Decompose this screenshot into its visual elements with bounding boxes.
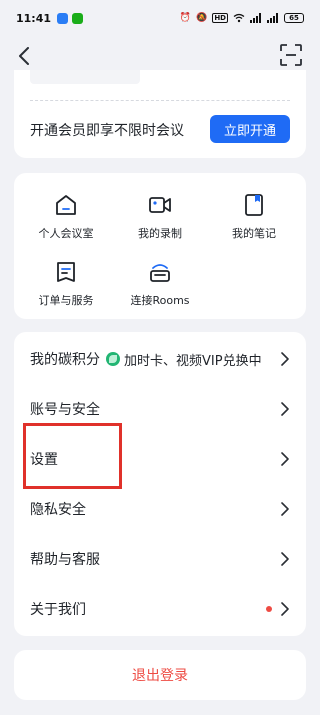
logout-button[interactable]: 退出登录 bbox=[132, 665, 188, 685]
note-icon bbox=[245, 194, 263, 216]
carbon-promo-text: 加时卡、视频VIP兑换中 bbox=[124, 353, 262, 369]
leaf-icon bbox=[106, 352, 120, 366]
chevron-right-icon bbox=[281, 402, 289, 416]
grid-item-notes[interactable]: 我的笔记 bbox=[214, 193, 294, 241]
grid-item-personal-room[interactable]: 个人会议室 bbox=[26, 193, 106, 241]
grid-item-label: 我的笔记 bbox=[232, 227, 276, 240]
grid-item-label: 我的录制 bbox=[138, 227, 182, 240]
signal-icon-2 bbox=[267, 13, 278, 23]
signal-icon bbox=[250, 13, 261, 23]
alipay-icon bbox=[57, 12, 69, 24]
grid-item-label: 连接Rooms bbox=[130, 294, 190, 307]
status-bar: 11:41 ⏰ 🔕 HD 65 bbox=[0, 0, 320, 36]
battery-indicator: 65 bbox=[284, 13, 304, 23]
menu-item-account-security[interactable]: 账号与安全 bbox=[14, 384, 306, 434]
logout-card: 退出登录 bbox=[14, 650, 306, 700]
scan-icon bbox=[280, 44, 302, 66]
mute-icon: 🔕 bbox=[196, 13, 208, 23]
menu-item-carbon-points[interactable]: 我的碳积分 加时卡、视频VIP兑换中 bbox=[14, 334, 306, 384]
menu-item-settings[interactable]: 设置 bbox=[14, 434, 306, 484]
house-icon bbox=[56, 195, 76, 215]
menu-item-help[interactable]: 帮助与客服 bbox=[14, 534, 306, 584]
carbon-promo: 加时卡、视频VIP兑换中 bbox=[106, 350, 262, 369]
menu-item-label: 设置 bbox=[30, 452, 58, 468]
cast-icon bbox=[150, 264, 170, 282]
grid-item-label: 订单与服务 bbox=[38, 294, 94, 307]
grid-item-rooms[interactable]: 连接Rooms bbox=[120, 260, 200, 308]
notification-dot bbox=[266, 606, 272, 612]
dashed-divider bbox=[30, 100, 290, 101]
grid-item-label: 个人会议室 bbox=[38, 227, 94, 240]
back-button[interactable] bbox=[12, 42, 36, 70]
chevron-right-icon bbox=[281, 502, 289, 516]
status-indicators: ⏰ 🔕 HD 65 bbox=[180, 13, 304, 23]
member-card: 开通会员即享不限时会议 立即开通 bbox=[14, 70, 306, 158]
network-label: HD bbox=[212, 13, 228, 23]
wechat-icon bbox=[72, 12, 84, 24]
feature-grid-card: 个人会议室 我的录制 我的笔记 订单与服务 连接Rooms bbox=[14, 173, 306, 319]
chevron-right-icon bbox=[281, 602, 289, 616]
menu-item-label: 我的碳积分 bbox=[30, 352, 100, 368]
chevron-right-icon bbox=[281, 552, 289, 566]
menu-item-privacy[interactable]: 隐私安全 bbox=[14, 484, 306, 534]
wifi-icon bbox=[233, 13, 245, 23]
alarm-icon: ⏰ bbox=[179, 13, 192, 23]
menu-item-label: 帮助与客服 bbox=[30, 552, 100, 568]
status-time: 11:41 bbox=[16, 11, 52, 25]
member-promo-text: 开通会员即享不限时会议 bbox=[30, 123, 184, 139]
chevron-right-icon bbox=[281, 352, 289, 366]
order-icon bbox=[57, 262, 75, 282]
menu-item-label: 隐私安全 bbox=[30, 502, 86, 518]
chevron-right-icon bbox=[281, 452, 289, 466]
menu-item-label: 关于我们 bbox=[30, 602, 86, 618]
member-card-strip bbox=[30, 70, 140, 84]
menu-item-about[interactable]: 关于我们 bbox=[14, 584, 306, 634]
settings-menu-card: 我的碳积分 加时卡、视频VIP兑换中 账号与安全 设置 隐私安全 帮助与客服 关… bbox=[14, 332, 306, 636]
grid-item-recordings[interactable]: 我的录制 bbox=[120, 193, 200, 241]
open-membership-button[interactable]: 立即开通 bbox=[210, 115, 290, 143]
chevron-left-icon bbox=[19, 47, 29, 65]
grid-item-orders[interactable]: 订单与服务 bbox=[26, 260, 106, 308]
menu-item-label: 账号与安全 bbox=[30, 402, 100, 418]
video-camera-icon bbox=[149, 197, 171, 213]
scan-button[interactable] bbox=[280, 44, 302, 66]
